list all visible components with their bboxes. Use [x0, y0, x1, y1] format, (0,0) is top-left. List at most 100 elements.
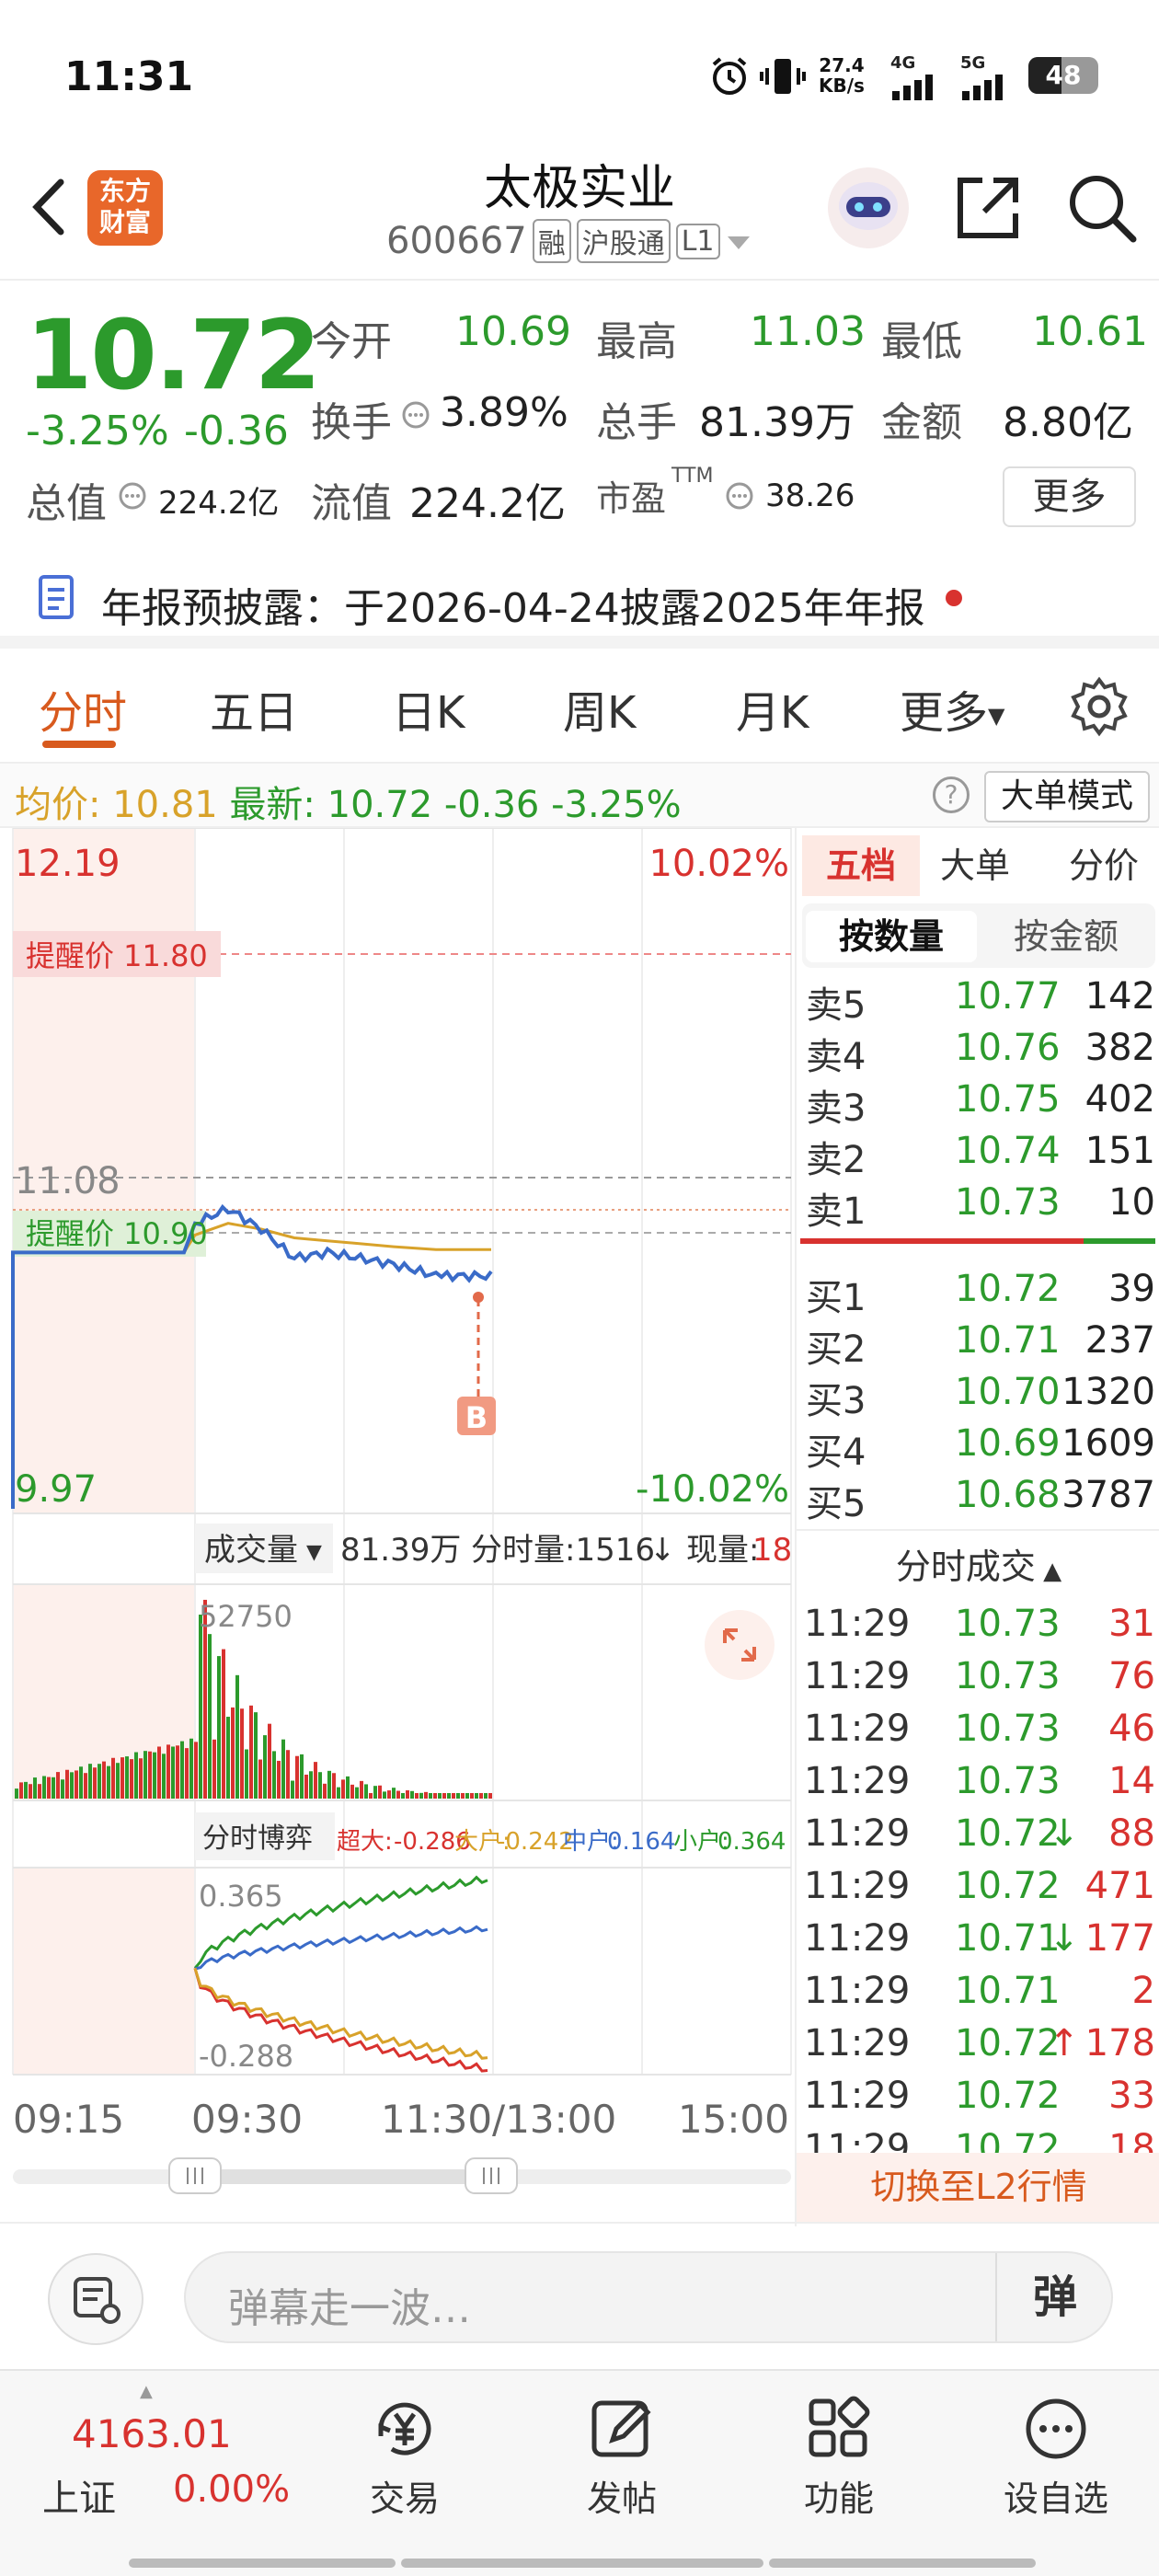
nav-post[interactable]: 发帖: [539, 2387, 705, 2521]
last-price-dot: [473, 1292, 484, 1303]
last-price: 10.72: [26, 299, 321, 411]
search-icon[interactable]: [1065, 171, 1139, 248]
bid-level-row[interactable]: 买1 10.72 39: [800, 1268, 1159, 1319]
index-value: 4163.01: [72, 2411, 232, 2456]
float-value: 224.2亿: [409, 480, 566, 527]
caret-down-icon: [726, 220, 752, 262]
volume-bar: [447, 1793, 451, 1799]
intraday-chart[interactable]: B 12.19 10.02% 提醒价 11.80 11.08 提醒价 10.90…: [0, 828, 795, 2194]
time-label-1500: 15:00: [678, 2097, 789, 2142]
tab-five-levels[interactable]: 五档: [802, 835, 920, 896]
switch-l2-button[interactable]: 切换至L2行情: [797, 2153, 1159, 2222]
volume-bar: [291, 1780, 294, 1799]
level-price: 10.76: [955, 1027, 1061, 1069]
volume-bar: [378, 1785, 382, 1799]
bottom-pct: -10.02%: [636, 1468, 789, 1511]
subtab-by-quantity[interactable]: 按数量: [806, 911, 977, 962]
gesture-bar-center[interactable]: [401, 2559, 763, 2568]
volume-bar: [424, 1791, 428, 1799]
flow-super-label: 超大:: [337, 1828, 393, 1856]
volume-bar: [383, 1791, 386, 1799]
ask-level-row[interactable]: 卖2 10.74 151: [800, 1130, 1159, 1181]
volume-bar: [373, 1786, 377, 1799]
volume-bar: [189, 1738, 193, 1799]
trade-volume: 33: [1108, 2075, 1155, 2117]
level-volume: 1609: [1061, 1422, 1155, 1465]
volume-bar: [231, 1707, 235, 1799]
volume-bar: [116, 1763, 120, 1799]
trade-row: 11:29 10.73 14: [800, 1760, 1159, 1812]
volume-bar: [61, 1779, 64, 1799]
comment-settings-icon[interactable]: [48, 2253, 143, 2345]
volume-bar: [111, 1757, 115, 1799]
volume-bar: [130, 1759, 133, 1799]
tab-big-orders[interactable]: 大单: [940, 835, 1010, 896]
turnover-value: 3.89%: [440, 389, 568, 436]
price-info-text: 均价: 10.81 最新: 10.72 -0.36 -3.25%: [15, 784, 682, 826]
trade-row: 11:29 10.71 2: [800, 1970, 1159, 2022]
volume-bar: [171, 1746, 175, 1799]
tab-more[interactable]: 更多▼: [900, 676, 1004, 741]
pe-ttm-sup: TTM: [671, 465, 714, 488]
info-icon[interactable]: [118, 481, 147, 514]
bid-level-row[interactable]: 买3 10.70 1320: [800, 1371, 1159, 1422]
volume-bar: [70, 1772, 74, 1799]
tab-price-dist[interactable]: 分价: [1069, 835, 1139, 896]
nav-trade[interactable]: 交易: [322, 2387, 488, 2521]
big-order-mode-button[interactable]: 大单模式: [984, 771, 1150, 822]
trade-volume: 46: [1108, 1708, 1155, 1750]
trade-time: 11:29: [804, 1760, 911, 1802]
bid-level-row[interactable]: 买4 10.69 1609: [800, 1422, 1159, 1474]
tab-monthly-k[interactable]: 月K: [736, 676, 809, 741]
bid-level-row[interactable]: 买2 10.71 237: [800, 1319, 1159, 1371]
volume-bar: [387, 1790, 391, 1799]
tab-weekly-k[interactable]: 周K: [563, 676, 636, 741]
level-volume: 39: [1108, 1268, 1155, 1310]
settings-gear-icon[interactable]: [1069, 676, 1130, 741]
trade-volume: 14: [1108, 1760, 1155, 1802]
volume-bar: [488, 1793, 492, 1799]
ask-level-row[interactable]: 卖5 10.77 142: [800, 975, 1159, 1027]
ask-level-row[interactable]: 卖3 10.75 402: [800, 1078, 1159, 1130]
subtab-by-amount[interactable]: 按金额: [981, 911, 1152, 962]
tab-intraday[interactable]: 分时: [39, 676, 127, 741]
share-icon[interactable]: [953, 173, 1023, 247]
ask-level-row[interactable]: 卖1 10.73 10: [800, 1181, 1159, 1233]
level-price: 10.77: [955, 975, 1061, 1018]
nav-add-watchlist[interactable]: 设自选: [973, 2387, 1139, 2521]
vibrate-icon: [760, 55, 806, 101]
caret-down-icon: ▼: [988, 703, 1005, 729]
nav-functions[interactable]: 功能: [756, 2387, 922, 2521]
pe-value: 38.26: [765, 477, 855, 514]
danmaku-toggle-button[interactable]: 弹: [995, 2253, 1113, 2341]
margin-tag: 融: [532, 219, 571, 263]
level-label: 卖1: [806, 1190, 866, 1233]
help-icon[interactable]: ?: [933, 776, 970, 813]
annual-report-notice[interactable]: 年报预披露：于2026-04-24披露2025年年报: [0, 538, 1159, 649]
stock-header: 东方 财富 太极实业 600667 融 沪股通 L1: [0, 138, 1159, 281]
pre-market-bg-flow: [13, 1868, 195, 2075]
tab-daily-k[interactable]: 日K: [392, 676, 465, 741]
mktcap-value: 224.2亿: [158, 485, 280, 522]
danmaku-input[interactable]: 弹幕走一波… 弹: [184, 2251, 1113, 2343]
more-quote-button[interactable]: 更多: [1003, 466, 1136, 527]
level-label: 卖4: [806, 1036, 866, 1078]
trade-time: 11:29: [804, 2022, 911, 2064]
volume-bar: [281, 1739, 285, 1799]
volume-bar: [180, 1741, 184, 1799]
trade-row: 11:29 10.71 ↓ 177: [800, 1917, 1159, 1970]
info-icon[interactable]: [725, 481, 754, 514]
trade-volume: 31: [1108, 1603, 1155, 1645]
level-label: 买4: [806, 1432, 866, 1474]
trades-title[interactable]: 分时成交 ▲: [797, 1538, 1159, 1589]
assistant-robot-icon[interactable]: [826, 166, 911, 254]
caret-down-icon: ▼: [306, 1541, 322, 1564]
level-volume: 402: [1084, 1078, 1155, 1121]
trade-time: 11:29: [804, 1708, 911, 1750]
stock-code-row[interactable]: 600667 融 沪股通 L1: [386, 219, 752, 263]
trade-time: 11:29: [804, 1970, 911, 2012]
tab-five-day[interactable]: 五日: [210, 676, 298, 741]
info-icon[interactable]: [401, 400, 430, 433]
bid-level-row[interactable]: 买5 10.68 3787: [800, 1474, 1159, 1525]
ask-level-row[interactable]: 卖4 10.76 382: [800, 1027, 1159, 1078]
